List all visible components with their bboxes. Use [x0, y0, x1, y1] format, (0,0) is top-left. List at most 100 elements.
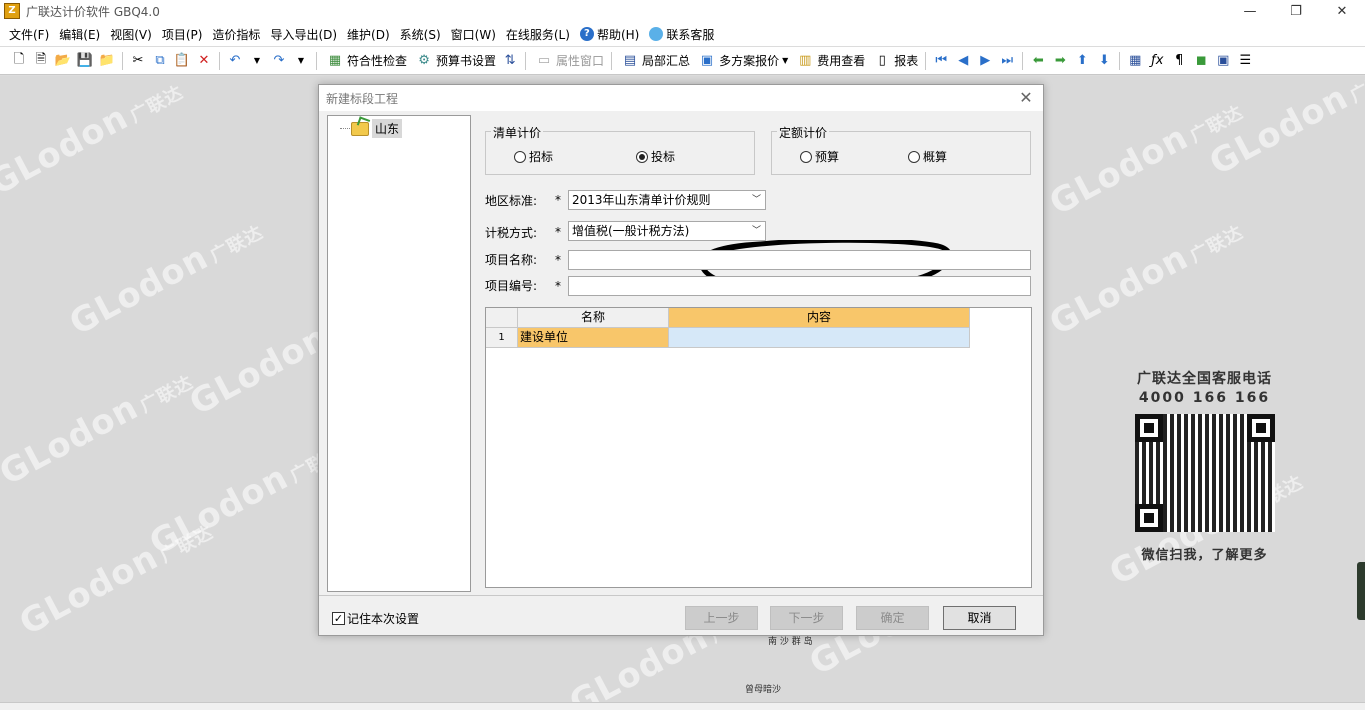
region-standard-label: 地区标准:	[485, 194, 538, 208]
toolbar-separator	[122, 51, 123, 70]
tax-method-value: 增值税(一般计税方法)	[572, 224, 690, 238]
menu-maintenance[interactable]: 维护(D)	[342, 23, 395, 45]
ok-button[interactable]: 确定	[856, 606, 929, 630]
watermark: GLodon广联达	[0, 371, 197, 494]
last-record-icon[interactable]: ⏭	[998, 52, 1016, 70]
region-tree: 山东	[327, 115, 471, 592]
chevron-down-icon: ﹀	[751, 195, 761, 205]
report-label: 报表	[894, 54, 919, 68]
customer-service-icon	[649, 27, 664, 41]
menu-file[interactable]: 文件(F)	[4, 23, 54, 45]
settings-window-icon[interactable]: ▣	[1214, 52, 1232, 70]
grid-cell-name[interactable]: 建设单位	[518, 328, 669, 348]
prev-record-icon[interactable]: ◀	[954, 52, 972, 70]
project-code-input[interactable]	[568, 276, 1031, 296]
radio-estimate[interactable]: 概算	[908, 148, 947, 165]
close-button[interactable]: ✕	[1319, 0, 1365, 22]
first-record-icon[interactable]: ⏮	[932, 52, 950, 70]
multi-scheme-quote-button[interactable]: ▣ 多方案报价 ▼	[693, 50, 791, 72]
open-folder-icon[interactable]: 📂	[54, 52, 72, 70]
folder-icon[interactable]: 📁	[98, 52, 116, 70]
required-marker: *	[555, 193, 561, 207]
partial-summary-button[interactable]: ▤ 局部汇总	[616, 50, 693, 72]
new-project-icon[interactable]: 🗎	[32, 52, 50, 70]
property-window-button[interactable]: ▭ 属性窗口	[530, 50, 607, 72]
project-name-label: 项目名称:	[485, 253, 538, 267]
cancel-button[interactable]: 取消	[943, 606, 1016, 630]
radio-budget[interactable]: 预算	[800, 148, 839, 165]
paragraph-icon[interactable]: ¶	[1170, 52, 1188, 70]
menu-project[interactable]: 项目(P)	[157, 23, 208, 45]
menu-help-label: 帮助(H)	[596, 27, 640, 42]
compliance-check-button[interactable]: ▦ 符合性检查	[321, 50, 410, 72]
arrow-left-icon[interactable]: ⬅	[1029, 52, 1047, 70]
radio-tender[interactable]: 招标	[514, 148, 553, 165]
copy-icon[interactable]: ⧉	[151, 52, 169, 70]
delete-icon[interactable]: ✕	[195, 52, 213, 70]
toolbar-separator	[219, 51, 220, 70]
undo-icon[interactable]: ↶	[226, 52, 244, 70]
status-bar	[0, 702, 1365, 710]
arrow-up-icon[interactable]: ⬆	[1073, 52, 1091, 70]
minimize-button[interactable]: —	[1227, 0, 1273, 22]
menu-import-export[interactable]: 导入导出(D)	[265, 23, 342, 45]
menu-cost-index[interactable]: 造价指标	[207, 23, 265, 45]
new-file-icon[interactable]: 🗋	[10, 52, 28, 70]
fee-view-button[interactable]: ▥ 费用查看	[791, 50, 868, 72]
grid-cell-content[interactable]	[669, 328, 970, 348]
ad-title: 广联达全国客服电话	[1137, 371, 1272, 387]
grid-header-content[interactable]: 内容	[669, 308, 970, 328]
calculator-icon[interactable]: ▦	[1126, 52, 1144, 70]
fee-view-label: 费用查看	[817, 54, 866, 68]
project-name-input[interactable]	[568, 250, 1031, 270]
cut-icon[interactable]: ✂	[129, 52, 147, 70]
side-gauge-widget[interactable]	[1357, 562, 1365, 620]
next-record-icon[interactable]: ▶	[976, 52, 994, 70]
grid-header-name[interactable]: 名称	[518, 308, 669, 328]
toolbar-separator	[925, 51, 927, 70]
dialog-footer: ✓ 记住本次设置 上一步 下一步 确定 取消	[319, 595, 1043, 635]
next-step-button[interactable]: 下一步	[770, 606, 843, 630]
dialog-close-button[interactable]: ✕	[1017, 89, 1035, 107]
window-icon: ▭	[537, 53, 551, 68]
function-icon[interactable]: ƒx	[1148, 52, 1166, 70]
paste-icon[interactable]: 📋	[173, 52, 191, 70]
arrow-right-icon[interactable]: ➡	[1051, 52, 1069, 70]
sort-arrows-icon[interactable]: ⇅	[501, 52, 519, 70]
undo-dropdown-icon[interactable]: ▼	[248, 52, 266, 70]
cube-icon[interactable]: ◼	[1192, 52, 1210, 70]
remember-setting-checkbox[interactable]: ✓ 记住本次设置	[332, 610, 419, 627]
fee-icon: ▥	[799, 53, 812, 68]
menu-online-service[interactable]: 在线服务(L)	[501, 23, 575, 45]
list-icon[interactable]: ☰	[1236, 52, 1254, 70]
gear-icon: ⚙	[418, 53, 430, 68]
watermark: GLodon广联达	[0, 81, 187, 204]
redo-dropdown-icon[interactable]: ▼	[292, 52, 310, 70]
table-row[interactable]: 1 建设单位	[486, 328, 970, 348]
tree-node-shandong[interactable]: 山东	[340, 119, 403, 138]
radio-budget-label: 预算	[815, 150, 840, 164]
prev-step-button[interactable]: 上一步	[685, 606, 758, 630]
menu-contact-service[interactable]: 联系客服	[644, 23, 719, 45]
save-icon[interactable]: 💾	[76, 52, 94, 70]
tax-method-select[interactable]: 增值税(一般计税方法) ﹀	[568, 221, 766, 241]
menu-view[interactable]: 视图(V)	[105, 23, 157, 45]
form-panel: 清单计价 招标 投标 定额计价 预算 概算 地区标准: * 2013年山东清单计…	[475, 115, 1038, 592]
menu-system[interactable]: 系统(S)	[395, 23, 446, 45]
menu-help[interactable]: ? 帮助(H)	[575, 23, 644, 45]
watermark: GLodon广联达	[63, 221, 267, 344]
report-button[interactable]: ▯ 报表	[868, 50, 921, 72]
arrow-down-icon[interactable]: ⬇	[1095, 52, 1113, 70]
project-code-label: 项目编号:	[485, 279, 538, 293]
qr-finder	[1134, 504, 1163, 532]
toolbar-separator	[316, 51, 317, 70]
menu-edit[interactable]: 编辑(E)	[54, 23, 105, 45]
scheme-icon: ▣	[700, 53, 714, 68]
maximize-button[interactable]: ❐	[1273, 0, 1319, 22]
radio-bid[interactable]: 投标	[636, 148, 675, 165]
menu-window[interactable]: 窗口(W)	[446, 23, 501, 45]
redo-icon[interactable]: ↷	[270, 52, 288, 70]
tax-method-label: 计税方式:	[485, 226, 538, 240]
budget-settings-button[interactable]: ⚙ 预算书设置	[410, 50, 499, 72]
region-standard-select[interactable]: 2013年山东清单计价规则 ﹀	[568, 190, 766, 210]
